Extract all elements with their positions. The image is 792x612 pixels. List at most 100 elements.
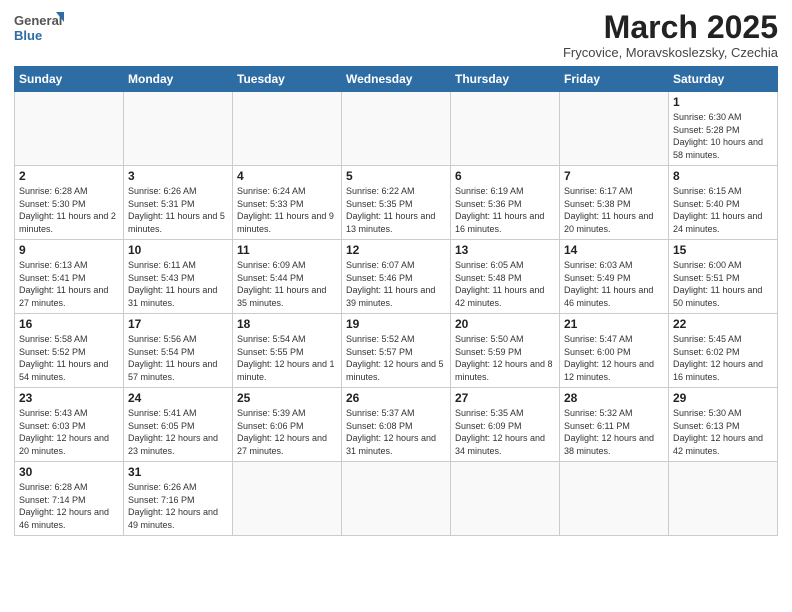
- calendar-cell: [560, 462, 669, 536]
- day-number: 29: [673, 391, 773, 405]
- calendar-cell: [342, 92, 451, 166]
- calendar-cell: 6Sunrise: 6:19 AM Sunset: 5:36 PM Daylig…: [451, 166, 560, 240]
- day-number: 2: [19, 169, 119, 183]
- day-number: 5: [346, 169, 446, 183]
- day-number: 31: [128, 465, 228, 479]
- calendar-week-3: 9 Sunrise: 6:13 AM Sunset: 5:41 PM Daylig…: [15, 240, 778, 314]
- day-info: Sunrise: 6:11 AM Sunset: 5:43 PM Dayligh…: [128, 259, 228, 309]
- calendar-cell: 26 Sunrise: 5:37 AM Sunset: 6:08 PM Dayli…: [342, 388, 451, 462]
- calendar-cell: [342, 462, 451, 536]
- calendar-cell: 14 Sunrise: 6:03 AM Sunset: 5:49 PM Dayli…: [560, 240, 669, 314]
- day-number: 13: [455, 243, 555, 257]
- day-info: Sunrise: 6:28 AM Sunset: 7:14 PM Dayligh…: [19, 481, 119, 531]
- day-number: 16: [19, 317, 119, 331]
- day-number: 26: [346, 391, 446, 405]
- day-info: Sunrise: 6:28 AM Sunset: 5:30 PM Dayligh…: [19, 185, 119, 235]
- calendar-cell: 25 Sunrise: 5:39 AM Sunset: 6:06 PM Dayli…: [233, 388, 342, 462]
- calendar-cell: [15, 92, 124, 166]
- calendar-cell: [451, 92, 560, 166]
- day-number: 1: [673, 95, 773, 109]
- day-number: 14: [564, 243, 664, 257]
- calendar-cell: 29 Sunrise: 5:30 AM Sunset: 6:13 PM Dayli…: [669, 388, 778, 462]
- day-info: Sunrise: 6:09 AM Sunset: 5:44 PM Dayligh…: [237, 259, 337, 309]
- day-info: Sunrise: 6:30 AM Sunset: 5:28 PM Dayligh…: [673, 111, 773, 161]
- day-info: Sunrise: 6:00 AM Sunset: 5:51 PM Dayligh…: [673, 259, 773, 309]
- calendar-cell: 7 Sunrise: 6:17 AM Sunset: 5:38 PM Daylig…: [560, 166, 669, 240]
- day-info: Sunrise: 5:41 AM Sunset: 6:05 PM Dayligh…: [128, 407, 228, 457]
- day-info: Sunrise: 5:43 AM Sunset: 6:03 PM Dayligh…: [19, 407, 119, 457]
- calendar-cell: 20 Sunrise: 5:50 AM Sunset: 5:59 PM Dayli…: [451, 314, 560, 388]
- day-info: Sunrise: 5:52 AM Sunset: 5:57 PM Dayligh…: [346, 333, 446, 383]
- day-info: Sunrise: 5:56 AM Sunset: 5:54 PM Dayligh…: [128, 333, 228, 383]
- day-info: Sunrise: 6:05 AM Sunset: 5:48 PM Dayligh…: [455, 259, 555, 309]
- day-number: 3: [128, 169, 228, 183]
- calendar-cell: [233, 462, 342, 536]
- day-info: Sunrise: 5:50 AM Sunset: 5:59 PM Dayligh…: [455, 333, 555, 383]
- calendar-cell: 4Sunrise: 6:24 AM Sunset: 5:33 PM Daylig…: [233, 166, 342, 240]
- day-info: Sunrise: 6:17 AM Sunset: 5:38 PM Dayligh…: [564, 185, 664, 235]
- day-number: 30: [19, 465, 119, 479]
- day-number: 20: [455, 317, 555, 331]
- day-info: Sunrise: 6:13 AM Sunset: 5:41 PM Dayligh…: [19, 259, 119, 309]
- day-number: 10: [128, 243, 228, 257]
- weekday-header-sunday: Sunday: [15, 67, 124, 92]
- day-number: 9: [19, 243, 119, 257]
- day-info: Sunrise: 5:39 AM Sunset: 6:06 PM Dayligh…: [237, 407, 337, 457]
- calendar-cell: 16Sunrise: 5:58 AM Sunset: 5:52 PM Dayli…: [15, 314, 124, 388]
- day-info: Sunrise: 6:24 AM Sunset: 5:33 PM Dayligh…: [237, 185, 337, 235]
- calendar-cell: 22Sunrise: 5:45 AM Sunset: 6:02 PM Dayli…: [669, 314, 778, 388]
- month-year: March 2025: [563, 10, 778, 45]
- day-number: 27: [455, 391, 555, 405]
- day-number: 15: [673, 243, 773, 257]
- day-number: 19: [346, 317, 446, 331]
- calendar-cell: 30 Sunrise: 6:28 AM Sunset: 7:14 PM Dayli…: [15, 462, 124, 536]
- day-info: Sunrise: 5:30 AM Sunset: 6:13 PM Dayligh…: [673, 407, 773, 457]
- weekday-header-monday: Monday: [124, 67, 233, 92]
- calendar-week-6: 30 Sunrise: 6:28 AM Sunset: 7:14 PM Dayli…: [15, 462, 778, 536]
- calendar-cell: 12Sunrise: 6:07 AM Sunset: 5:46 PM Dayli…: [342, 240, 451, 314]
- day-info: Sunrise: 6:03 AM Sunset: 5:49 PM Dayligh…: [564, 259, 664, 309]
- calendar-cell: 23Sunrise: 5:43 AM Sunset: 6:03 PM Dayli…: [15, 388, 124, 462]
- day-info: Sunrise: 5:47 AM Sunset: 6:00 PM Dayligh…: [564, 333, 664, 383]
- weekday-header-saturday: Saturday: [669, 67, 778, 92]
- day-info: Sunrise: 5:45 AM Sunset: 6:02 PM Dayligh…: [673, 333, 773, 383]
- calendar-cell: 27Sunrise: 5:35 AM Sunset: 6:09 PM Dayli…: [451, 388, 560, 462]
- calendar-cell: [451, 462, 560, 536]
- calendar-cell: 15 Sunrise: 6:00 AM Sunset: 5:51 PM Dayli…: [669, 240, 778, 314]
- day-info: Sunrise: 6:26 AM Sunset: 7:16 PM Dayligh…: [128, 481, 228, 531]
- day-number: 28: [564, 391, 664, 405]
- day-info: Sunrise: 5:54 AM Sunset: 5:55 PM Dayligh…: [237, 333, 337, 383]
- day-number: 8: [673, 169, 773, 183]
- title-block: March 2025 Frycovice, Moravskoslezsky, C…: [563, 10, 778, 60]
- logo: General Blue: [14, 10, 64, 48]
- calendar-cell: [124, 92, 233, 166]
- day-info: Sunrise: 6:22 AM Sunset: 5:35 PM Dayligh…: [346, 185, 446, 235]
- calendar-cell: 13 Sunrise: 6:05 AM Sunset: 5:48 PM Dayli…: [451, 240, 560, 314]
- calendar-cell: 3Sunrise: 6:26 AM Sunset: 5:31 PM Daylig…: [124, 166, 233, 240]
- calendar-cell: [233, 92, 342, 166]
- svg-text:Blue: Blue: [14, 28, 42, 43]
- calendar-week-5: 23Sunrise: 5:43 AM Sunset: 6:03 PM Dayli…: [15, 388, 778, 462]
- calendar-cell: 5 Sunrise: 6:22 AM Sunset: 5:35 PM Daylig…: [342, 166, 451, 240]
- calendar-cell: 28 Sunrise: 5:32 AM Sunset: 6:11 PM Dayli…: [560, 388, 669, 462]
- calendar-cell: 17Sunrise: 5:56 AM Sunset: 5:54 PM Dayli…: [124, 314, 233, 388]
- weekday-header-wednesday: Wednesday: [342, 67, 451, 92]
- day-number: 25: [237, 391, 337, 405]
- day-number: 21: [564, 317, 664, 331]
- day-info: Sunrise: 6:07 AM Sunset: 5:46 PM Dayligh…: [346, 259, 446, 309]
- calendar-cell: 8Sunrise: 6:15 AM Sunset: 5:40 PM Daylig…: [669, 166, 778, 240]
- day-number: 24: [128, 391, 228, 405]
- calendar-cell: 19 Sunrise: 5:52 AM Sunset: 5:57 PM Dayli…: [342, 314, 451, 388]
- day-number: 7: [564, 169, 664, 183]
- generalblue-logo-icon: General Blue: [14, 10, 64, 48]
- day-info: Sunrise: 5:32 AM Sunset: 6:11 PM Dayligh…: [564, 407, 664, 457]
- calendar-cell: 24 Sunrise: 5:41 AM Sunset: 6:05 PM Dayli…: [124, 388, 233, 462]
- day-info: Sunrise: 5:37 AM Sunset: 6:08 PM Dayligh…: [346, 407, 446, 457]
- calendar-cell: 21 Sunrise: 5:47 AM Sunset: 6:00 PM Dayli…: [560, 314, 669, 388]
- weekday-header-row: SundayMondayTuesdayWednesdayThursdayFrid…: [15, 67, 778, 92]
- calendar-cell: [669, 462, 778, 536]
- calendar-week-2: 2 Sunrise: 6:28 AM Sunset: 5:30 PM Daylig…: [15, 166, 778, 240]
- day-number: 18: [237, 317, 337, 331]
- calendar: SundayMondayTuesdayWednesdayThursdayFrid…: [14, 66, 778, 536]
- weekday-header-thursday: Thursday: [451, 67, 560, 92]
